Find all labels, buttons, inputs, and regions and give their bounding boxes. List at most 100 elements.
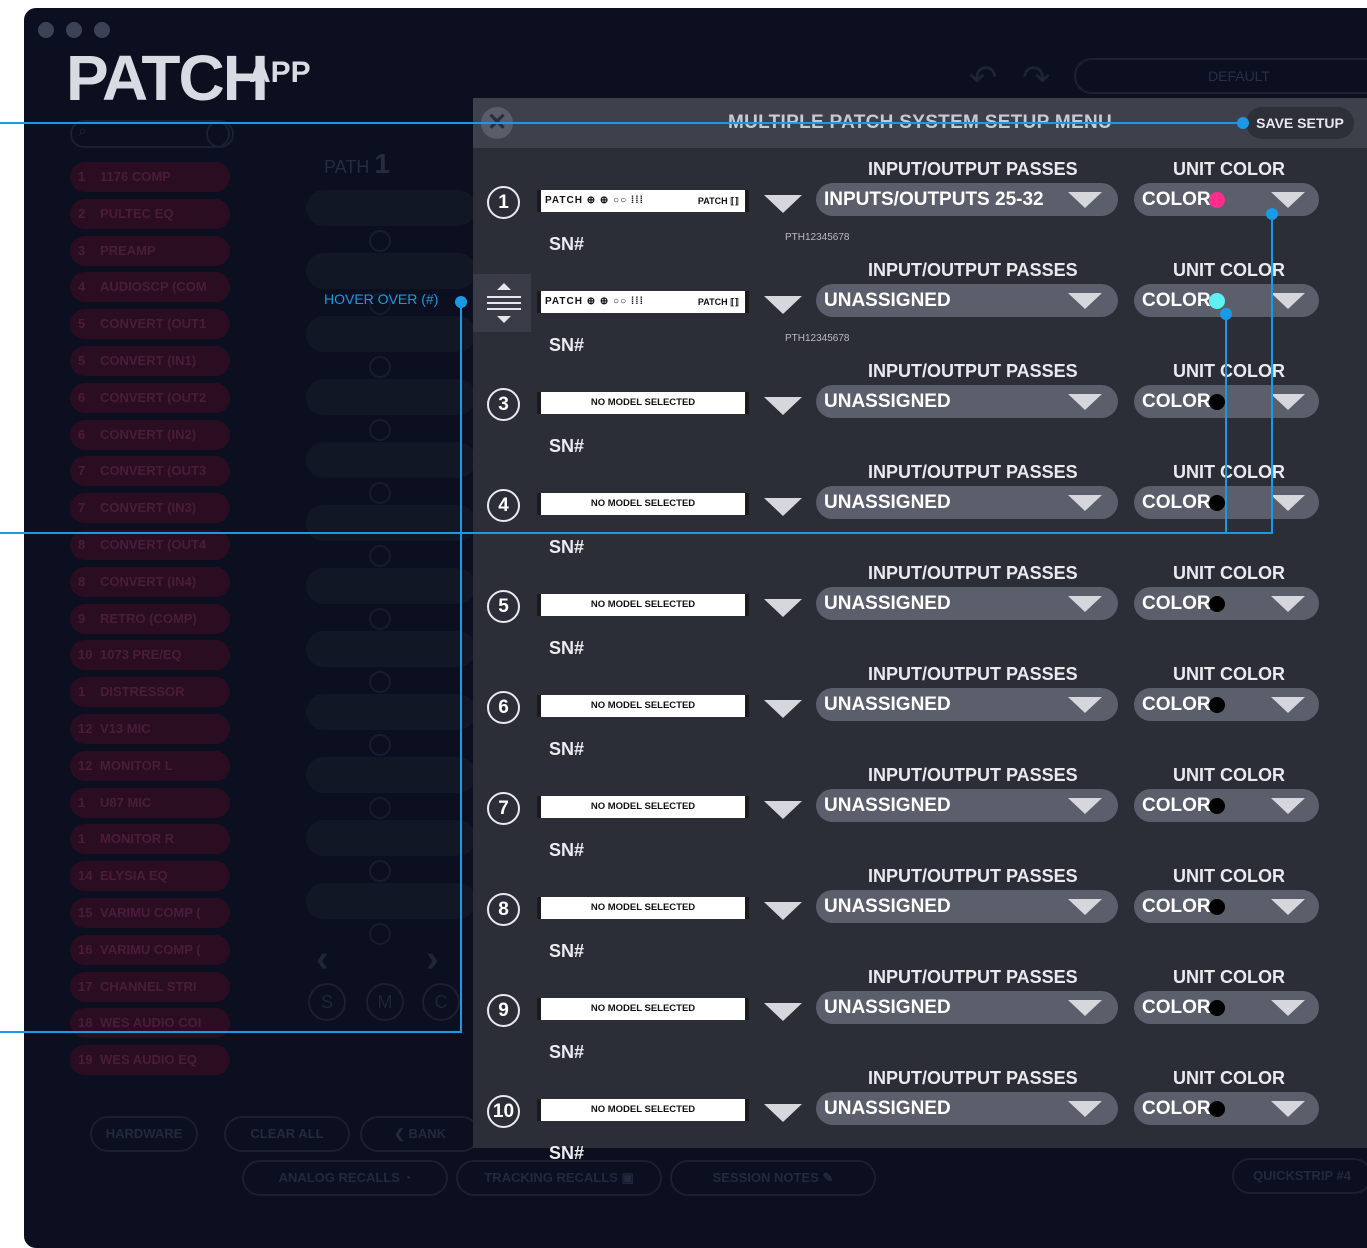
path-slot[interactable] <box>306 505 476 541</box>
clear-all-button[interactable]: CLEAR ALL <box>224 1116 350 1152</box>
channel-item[interactable]: 6 CONVERT (IN2) <box>70 419 230 450</box>
model-dropdown-icon[interactable] <box>764 195 802 213</box>
window-close-dot[interactable] <box>38 22 54 38</box>
model-dropdown-icon[interactable] <box>764 599 802 617</box>
channel-item[interactable]: 19 WES AUDIO EQ <box>70 1045 230 1076</box>
channel-item[interactable]: 15 VARIMU COMP ( <box>70 897 230 928</box>
slot-knob-icon[interactable] <box>369 671 391 693</box>
io-passes-select[interactable]: UNASSIGNED <box>816 991 1118 1024</box>
channel-item[interactable]: 8 CONVERT (OUT4 <box>70 529 230 560</box>
unit-color-select[interactable]: COLOR <box>1134 587 1319 620</box>
save-setup-button[interactable]: SAVE SETUP <box>1246 107 1354 139</box>
analog-recalls-button[interactable]: ANALOG RECALLS ◔ <box>242 1160 448 1196</box>
channel-item[interactable]: 8 CONVERT (IN4) <box>70 566 230 597</box>
sidebar-search[interactable]: ⌕ <box>70 120 234 148</box>
unit-model-image[interactable]: NO MODEL SELECTED <box>537 897 749 919</box>
unit-index[interactable]: 1 <box>487 186 520 219</box>
unit-color-select[interactable]: COLOR <box>1134 991 1319 1024</box>
search-clear-icon[interactable] <box>206 120 234 148</box>
path-slot[interactable] <box>306 757 476 793</box>
unit-index[interactable]: 10 <box>487 1095 520 1128</box>
io-passes-select[interactable]: UNASSIGNED <box>816 1092 1118 1125</box>
unit-model-image[interactable]: NO MODEL SELECTED <box>537 493 749 515</box>
unit-index[interactable]: 9 <box>487 994 520 1027</box>
channel-item[interactable]: 7 CONVERT (OUT3 <box>70 456 230 487</box>
path-slot[interactable] <box>306 694 476 730</box>
preset-selector[interactable]: DEFAULT <box>1074 58 1367 94</box>
model-dropdown-icon[interactable] <box>764 1104 802 1122</box>
redo-icon[interactable]: ↷ <box>1022 58 1051 98</box>
slot-knob-icon[interactable] <box>369 923 391 945</box>
channel-item[interactable]: 17 CHANNEL STRI <box>70 971 230 1002</box>
slot-knob-icon[interactable] <box>369 545 391 567</box>
io-passes-select[interactable]: UNASSIGNED <box>816 688 1118 721</box>
channel-item[interactable]: 6 CONVERT (OUT2 <box>70 382 230 413</box>
channel-item[interactable]: 3 PREAMP <box>70 235 230 266</box>
unit-index[interactable]: 3 <box>487 388 520 421</box>
path-slot[interactable] <box>306 316 476 352</box>
channel-item[interactable]: 5 CONVERT (OUT1 <box>70 309 230 340</box>
path-slot[interactable] <box>306 820 476 856</box>
next-page-icon[interactable]: › <box>426 938 439 981</box>
path-slot[interactable] <box>306 442 476 478</box>
prev-page-icon[interactable]: ‹ <box>316 938 329 981</box>
bank-selector[interactable]: ❮ BANK <box>360 1116 480 1152</box>
model-dropdown-icon[interactable] <box>764 397 802 415</box>
model-dropdown-icon[interactable] <box>764 801 802 819</box>
channel-item[interactable]: 14 ELYSIA EQ <box>70 861 230 892</box>
channel-item[interactable]: 4 AUDIOSCP (COM <box>70 272 230 303</box>
model-dropdown-icon[interactable] <box>764 498 802 516</box>
path-slot[interactable] <box>306 568 476 604</box>
unit-color-select[interactable]: COLOR <box>1134 183 1319 216</box>
window-minimize-dot[interactable] <box>66 22 82 38</box>
model-dropdown-icon[interactable] <box>764 902 802 920</box>
unit-index[interactable]: 6 <box>487 691 520 724</box>
unit-color-select[interactable]: COLOR <box>1134 789 1319 822</box>
slot-knob-icon[interactable] <box>369 860 391 882</box>
quickstrip-button[interactable]: QUICKSTRIP #4 <box>1232 1158 1367 1194</box>
slot-knob-icon[interactable] <box>369 230 391 252</box>
unit-index[interactable]: 7 <box>487 792 520 825</box>
unit-model-image[interactable]: NO MODEL SELECTED <box>537 594 749 616</box>
solo-button[interactable]: S <box>308 983 346 1021</box>
slot-knob-icon[interactable] <box>369 797 391 819</box>
slot-knob-icon[interactable] <box>369 419 391 441</box>
channel-item[interactable]: 1 MONITOR R <box>70 824 230 855</box>
io-passes-select[interactable]: UNASSIGNED <box>816 890 1118 923</box>
unit-model-image[interactable]: NO MODEL SELECTED <box>537 796 749 818</box>
unit-index[interactable]: 5 <box>487 590 520 623</box>
channel-item[interactable]: 2 PULTEC EQ <box>70 198 230 229</box>
unit-model-image[interactable]: PATCH ⊕ ⊕ ○○ ⁞⁞⁞ PATCH ⟦⟧ <box>537 190 749 212</box>
slot-knob-icon[interactable] <box>369 608 391 630</box>
slot-knob-icon[interactable] <box>369 734 391 756</box>
model-dropdown-icon[interactable] <box>764 1003 802 1021</box>
unit-color-select[interactable]: COLOR <box>1134 1092 1319 1125</box>
channel-item[interactable]: 12 V13 MIC <box>70 713 230 744</box>
drag-handle-icon[interactable] <box>473 274 531 332</box>
model-dropdown-icon[interactable] <box>764 700 802 718</box>
channel-item[interactable]: 9 RETRO (COMP) <box>70 603 230 634</box>
tracking-recalls-button[interactable]: TRACKING RECALLS ▣ <box>456 1160 662 1196</box>
session-notes-button[interactable]: SESSION NOTES ✎ <box>670 1160 876 1196</box>
channel-item[interactable]: 16 VARIMU COMP ( <box>70 934 230 965</box>
channel-item[interactable]: 5 CONVERT (IN1) <box>70 345 230 376</box>
path-slot[interactable] <box>306 190 476 226</box>
io-passes-select[interactable]: INPUTS/OUTPUTS 25-32 <box>816 183 1118 216</box>
io-passes-select[interactable]: UNASSIGNED <box>816 284 1118 317</box>
unit-model-image[interactable]: PATCH ⊕ ⊕ ○○ ⁞⁞⁞ PATCH ⟦⟧ <box>537 291 749 313</box>
channel-item[interactable]: 12 MONITOR L <box>70 750 230 781</box>
io-passes-select[interactable]: UNASSIGNED <box>816 789 1118 822</box>
window-zoom-dot[interactable] <box>94 22 110 38</box>
io-passes-select[interactable]: UNASSIGNED <box>816 486 1118 519</box>
unit-model-image[interactable]: NO MODEL SELECTED <box>537 695 749 717</box>
unit-color-select[interactable]: COLOR <box>1134 688 1319 721</box>
slot-knob-icon[interactable] <box>369 356 391 378</box>
channel-item[interactable]: 10 1073 PRE/EQ <box>70 640 230 671</box>
io-passes-select[interactable]: UNASSIGNED <box>816 385 1118 418</box>
path-slot[interactable] <box>306 379 476 415</box>
mute-button[interactable]: M <box>366 983 404 1021</box>
unit-model-image[interactable]: NO MODEL SELECTED <box>537 392 749 414</box>
path-slot[interactable] <box>306 631 476 667</box>
path-slot[interactable] <box>306 883 476 919</box>
unit-index[interactable]: 8 <box>487 893 520 926</box>
